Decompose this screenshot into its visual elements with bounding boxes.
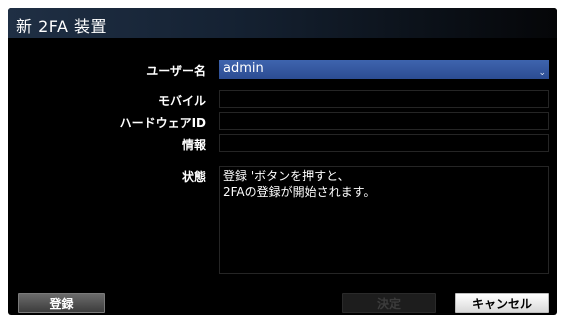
dialog-title: 新 2FA 装置 bbox=[16, 17, 108, 36]
username-value: admin bbox=[223, 61, 264, 76]
ok-button[interactable]: 決定 bbox=[342, 293, 436, 313]
username-select[interactable]: admin ⌄ bbox=[219, 60, 549, 79]
hardware-id-label: ハードウェアID bbox=[119, 116, 206, 130]
mobile-label: モバイル bbox=[157, 94, 206, 108]
title-bar: 新 2FA 装置 bbox=[8, 8, 557, 38]
cancel-button[interactable]: キャンセル bbox=[455, 293, 549, 313]
new-2fa-device-dialog: 新 2FA 装置 ユーザー名 admin ⌄ モバイル ハードウェアID 情報 … bbox=[8, 8, 557, 315]
chevron-down-icon: ⌄ bbox=[538, 68, 546, 78]
status-line-1: 登録 'ボタンを押すと、 bbox=[223, 169, 350, 183]
register-button[interactable]: 登録 bbox=[18, 293, 105, 313]
status-label: 状態 bbox=[181, 170, 206, 184]
info-label: 情報 bbox=[181, 138, 206, 152]
status-box: 登録 'ボタンを押すと、 2FAの登録が開始されます。 bbox=[219, 166, 549, 274]
username-label: ユーザー名 bbox=[146, 64, 206, 78]
hardware-id-field[interactable] bbox=[219, 112, 549, 130]
mobile-field[interactable] bbox=[219, 90, 549, 108]
status-line-2: 2FAの登録が開始されます。 bbox=[223, 185, 376, 199]
info-field[interactable] bbox=[219, 134, 549, 152]
